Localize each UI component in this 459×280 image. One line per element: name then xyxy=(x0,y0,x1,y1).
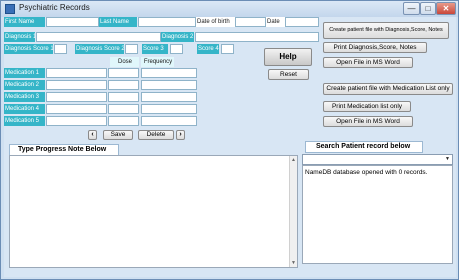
score-4-label: Score 4 xyxy=(197,44,219,54)
frequency-header: Frequency xyxy=(141,57,174,67)
last-name-input[interactable] xyxy=(138,17,196,27)
app-icon xyxy=(5,4,15,14)
medication-1-name-input[interactable] xyxy=(46,68,107,78)
medication-1-dose-input[interactable] xyxy=(108,68,139,78)
score-1-label: Diagnosis Score 1 xyxy=(4,44,53,54)
next-record-button[interactable]: › xyxy=(176,130,185,140)
medication-3-frequency-input[interactable] xyxy=(141,92,197,102)
main-window: Psychiatric Records — □ ✕ First Name Las… xyxy=(0,0,459,280)
dob-input[interactable] xyxy=(235,17,266,27)
dose-header: Dose xyxy=(110,57,139,67)
create-medication-file-button[interactable]: Create patient file with Medication List… xyxy=(323,83,453,95)
score-1-input[interactable] xyxy=(54,44,67,54)
last-name-label: Last Name xyxy=(99,17,137,27)
delete-button[interactable]: Delete xyxy=(138,130,174,140)
date-input[interactable] xyxy=(285,17,319,27)
score-2-label: Diagnosis Score 2 xyxy=(75,44,124,54)
print-medication-button[interactable]: Print Medication list only xyxy=(323,101,411,112)
open-word-diagnosis-button[interactable]: Open File in MS Word xyxy=(323,57,413,68)
medication-2-dose-input[interactable] xyxy=(108,80,139,90)
notes-scrollbar[interactable]: ▲ ▼ xyxy=(289,156,297,267)
score-3-label: Score 3 xyxy=(142,44,168,54)
open-word-medication-button[interactable]: Open File in MS Word xyxy=(323,116,413,127)
reset-button[interactable]: Reset xyxy=(268,69,309,80)
search-patient-combo[interactable]: ▼ xyxy=(302,154,453,165)
diagnosis-1-label: Diagnosis 1 xyxy=(4,32,35,42)
date-label: Date xyxy=(266,17,285,27)
medication-4-frequency-input[interactable] xyxy=(141,104,197,114)
database-status-text: NameDB database opened with 0 records. xyxy=(305,169,428,176)
medication-5-frequency-input[interactable] xyxy=(141,116,197,126)
first-name-input[interactable] xyxy=(46,17,99,27)
medication-4-label: Medication 4 xyxy=(4,104,45,114)
scroll-up-arrow-icon[interactable]: ▲ xyxy=(290,156,297,164)
medication-3-name-input[interactable] xyxy=(46,92,107,102)
medication-1-label: Medication 1 xyxy=(4,68,45,78)
create-diagnosis-file-button[interactable]: Create patient file with Diagnosis,Score… xyxy=(323,22,449,39)
minimize-button[interactable]: — xyxy=(403,2,420,15)
maximize-button[interactable]: □ xyxy=(420,2,436,15)
window-title: Psychiatric Records xyxy=(19,3,90,12)
print-diagnosis-button[interactable]: Print Diagnosis,Score, Notes xyxy=(323,42,427,53)
score-2-input[interactable] xyxy=(125,44,138,54)
medication-1-frequency-input[interactable] xyxy=(141,68,197,78)
status-box: NameDB database opened with 0 records. xyxy=(302,165,453,264)
title-bar[interactable]: Psychiatric Records — □ ✕ xyxy=(1,1,458,17)
close-button[interactable]: ✕ xyxy=(436,2,456,15)
first-name-label: First Name xyxy=(4,17,45,27)
medication-2-name-input[interactable] xyxy=(46,80,107,90)
medication-2-frequency-input[interactable] xyxy=(141,80,197,90)
scroll-down-arrow-icon[interactable]: ▼ xyxy=(290,259,297,267)
score-3-input[interactable] xyxy=(170,44,183,54)
medication-5-label: Medication 5 xyxy=(4,116,45,126)
medication-4-dose-input[interactable] xyxy=(108,104,139,114)
help-button[interactable]: Help xyxy=(264,48,312,66)
search-title: Search Patient record below xyxy=(305,141,423,153)
diagnosis-2-label: Diagnosis 2 xyxy=(161,32,194,42)
medication-5-name-input[interactable] xyxy=(46,116,107,126)
previous-record-button[interactable]: ‹ xyxy=(88,130,97,140)
score-4-input[interactable] xyxy=(221,44,234,54)
client-area: First Name Last Name Date of birth Date … xyxy=(4,17,456,277)
medication-2-label: Medication 2 xyxy=(4,80,45,90)
diagnosis-2-input[interactable] xyxy=(195,32,319,42)
medication-3-label: Medication 3 xyxy=(4,92,45,102)
dob-label: Date of birth xyxy=(196,17,235,27)
diagnosis-1-input[interactable] xyxy=(36,32,161,42)
medication-4-name-input[interactable] xyxy=(46,104,107,114)
chevron-down-icon[interactable]: ▼ xyxy=(443,155,452,164)
progress-note-textarea[interactable]: ▲ ▼ xyxy=(9,155,298,268)
save-button[interactable]: Save xyxy=(103,130,133,140)
medication-3-dose-input[interactable] xyxy=(108,92,139,102)
medication-5-dose-input[interactable] xyxy=(108,116,139,126)
